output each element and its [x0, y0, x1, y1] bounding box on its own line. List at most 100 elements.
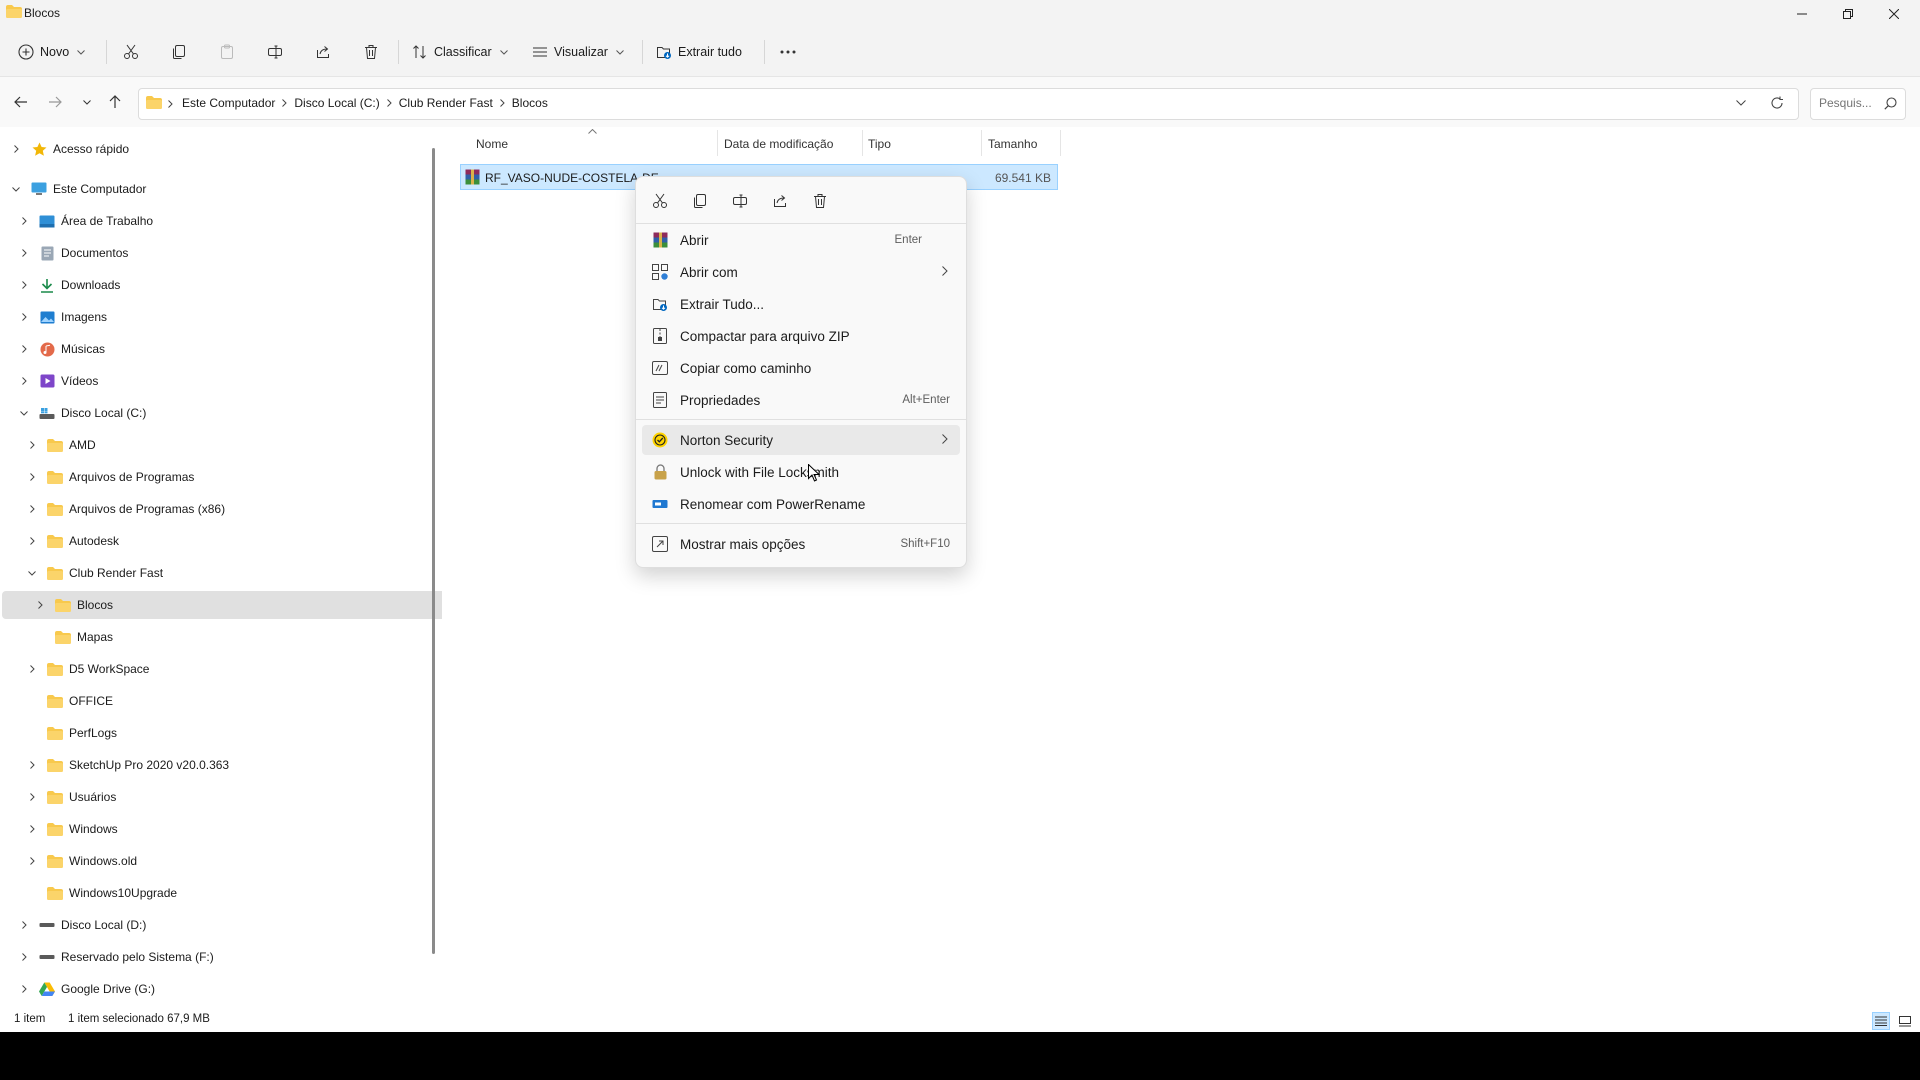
sidebar-item-arquivos-de-programas-x86[interactable]: Arquivos de Programas (x86): [2, 495, 448, 523]
sidebar-item-d5-workspace[interactable]: D5 WorkSpace: [2, 655, 448, 683]
context-share-button[interactable]: [766, 187, 794, 215]
column-divider[interactable]: [717, 130, 718, 156]
sidebar-item-autodesk[interactable]: Autodesk: [2, 527, 448, 555]
breadcrumb-item[interactable]: Disco Local (C:): [294, 96, 379, 110]
context-cut-button[interactable]: [646, 187, 674, 215]
menu-item-unlock-file-locksmith[interactable]: Unlock with File Locksmith: [642, 457, 960, 487]
menu-item-abrir-com[interactable]: Abrir com: [642, 257, 960, 287]
column-divider[interactable]: [981, 130, 982, 156]
column-header-size[interactable]: Tamanho: [988, 137, 1037, 151]
sidebar-item-sketchup[interactable]: SketchUp Pro 2020 v20.0.363: [2, 751, 448, 779]
chevron-right-icon[interactable]: [26, 823, 38, 835]
sidebar-item-este-computador[interactable]: Este Computador: [2, 175, 432, 203]
column-header-modified[interactable]: Data de modificação: [724, 137, 833, 151]
sidebar-item-windows10upgrade[interactable]: Windows10Upgrade: [2, 879, 460, 907]
chevron-down-icon[interactable]: [26, 567, 38, 579]
context-rename-button[interactable]: [726, 187, 754, 215]
delete-button[interactable]: [360, 36, 382, 68]
share-button[interactable]: [312, 36, 334, 68]
chevron-right-icon[interactable]: [10, 143, 22, 155]
paste-button[interactable]: [216, 36, 238, 68]
sidebar-item-imagens[interactable]: Imagens: [2, 303, 440, 331]
refresh-button[interactable]: [1770, 96, 1784, 110]
sidebar-item-arquivos-de-programas[interactable]: Arquivos de Programas: [2, 463, 448, 491]
breadcrumb-item[interactable]: Blocos: [512, 96, 548, 110]
back-button[interactable]: [10, 91, 32, 113]
breadcrumb-item[interactable]: Club Render Fast: [399, 96, 493, 110]
chevron-right-icon[interactable]: [18, 215, 30, 227]
chevron-right-icon[interactable]: [18, 343, 30, 355]
sidebar-item-reservado-pelo-sistema[interactable]: Reservado pelo Sistema (F:): [2, 943, 440, 971]
chevron-down-icon[interactable]: [18, 407, 30, 419]
column-header-type[interactable]: Tipo: [868, 137, 891, 151]
chevron-down-icon[interactable]: [10, 183, 22, 195]
view-button[interactable]: Visualizar: [532, 36, 624, 68]
extract-all-button[interactable]: Extrair tudo: [656, 36, 756, 68]
sidebar-item-mapas[interactable]: Mapas: [2, 623, 468, 651]
chevron-right-icon[interactable]: [18, 375, 30, 387]
chevron-right-icon[interactable]: [18, 247, 30, 259]
new-button[interactable]: Novo: [18, 36, 90, 68]
up-button[interactable]: [104, 91, 126, 113]
context-copy-button[interactable]: [686, 187, 714, 215]
chevron-right-icon[interactable]: [26, 791, 38, 803]
menu-item-extrair-tudo[interactable]: Extrair Tudo...: [642, 289, 960, 319]
sidebar-item-videos[interactable]: Vídeos: [2, 367, 440, 395]
menu-item-compactar-zip[interactable]: Compactar para arquivo ZIP: [642, 321, 960, 351]
menu-item-norton-security[interactable]: Norton Security: [642, 425, 960, 455]
sidebar-item-documentos[interactable]: Documentos: [2, 239, 440, 267]
sidebar-item-blocos[interactable]: Blocos: [2, 591, 456, 619]
chevron-right-icon[interactable]: [26, 855, 38, 867]
chevron-right-icon[interactable]: [18, 951, 30, 963]
chevron-right-icon[interactable]: [26, 759, 38, 771]
chevron-right-icon[interactable]: [26, 439, 38, 451]
search-box[interactable]: [1810, 88, 1906, 120]
sidebar-item-downloads[interactable]: Downloads: [2, 271, 440, 299]
sidebar-item-area-de-trabalho[interactable]: Área de Trabalho: [2, 207, 440, 235]
search-input[interactable]: [1819, 96, 1879, 110]
chevron-right-icon[interactable]: [18, 919, 30, 931]
chevron-right-icon[interactable]: [34, 599, 46, 611]
column-divider[interactable]: [862, 130, 863, 156]
sidebar-item-office[interactable]: OFFICE: [2, 687, 460, 715]
details-view-button[interactable]: [1872, 1012, 1890, 1030]
chevron-right-icon[interactable]: [26, 535, 38, 547]
chevron-right-icon[interactable]: [26, 471, 38, 483]
context-delete-button[interactable]: [806, 187, 834, 215]
sidebar-item-disco-local-c[interactable]: Disco Local (C:): [2, 399, 440, 427]
minimize-button[interactable]: [1780, 0, 1824, 28]
sidebar-item-musicas[interactable]: Músicas: [2, 335, 440, 363]
menu-item-propriedades[interactable]: Propriedades Alt+Enter: [642, 385, 960, 415]
sidebar-item-windows-old[interactable]: Windows.old: [2, 847, 448, 875]
chevron-right-icon[interactable]: [18, 983, 30, 995]
address-history-button[interactable]: [1736, 100, 1746, 106]
sidebar-item-usuarios[interactable]: Usuários: [2, 783, 448, 811]
sidebar-item-club-render-fast[interactable]: Club Render Fast: [2, 559, 448, 587]
sidebar-item-disco-local-d[interactable]: Disco Local (D:): [2, 911, 440, 939]
tiles-view-button[interactable]: [1896, 1012, 1914, 1030]
rename-button[interactable]: [264, 36, 286, 68]
recent-locations-button[interactable]: [76, 91, 98, 113]
menu-item-mostrar-mais-opcoes[interactable]: Mostrar mais opções Shift+F10: [642, 529, 960, 559]
chevron-right-icon[interactable]: [18, 311, 30, 323]
copy-button[interactable]: [168, 36, 190, 68]
chevron-right-icon[interactable]: [18, 279, 30, 291]
close-button[interactable]: [1872, 0, 1916, 28]
menu-item-powerrename[interactable]: Renomear com PowerRename: [642, 489, 960, 519]
menu-item-copiar-caminho[interactable]: Copiar como caminho: [642, 353, 960, 383]
restore-button[interactable]: [1826, 0, 1870, 28]
forward-button[interactable]: [44, 91, 66, 113]
column-divider[interactable]: [1060, 130, 1061, 156]
sidebar-item-perflogs[interactable]: PerfLogs: [2, 719, 460, 747]
chevron-right-icon[interactable]: [26, 503, 38, 515]
menu-item-abrir[interactable]: Abrir Enter: [642, 225, 960, 255]
sidebar-item-windows[interactable]: Windows: [2, 815, 448, 843]
more-options-button[interactable]: [776, 36, 800, 68]
chevron-right-icon[interactable]: [26, 663, 38, 675]
column-header-name[interactable]: Nome: [476, 137, 508, 151]
sidebar-scrollbar[interactable]: [432, 148, 435, 954]
sidebar-item-amd[interactable]: AMD: [2, 431, 448, 459]
sort-button[interactable]: Classificar: [412, 36, 508, 68]
sidebar-item-google-drive[interactable]: Google Drive (G:): [2, 975, 440, 1003]
breadcrumb-item[interactable]: Este Computador: [182, 96, 275, 110]
